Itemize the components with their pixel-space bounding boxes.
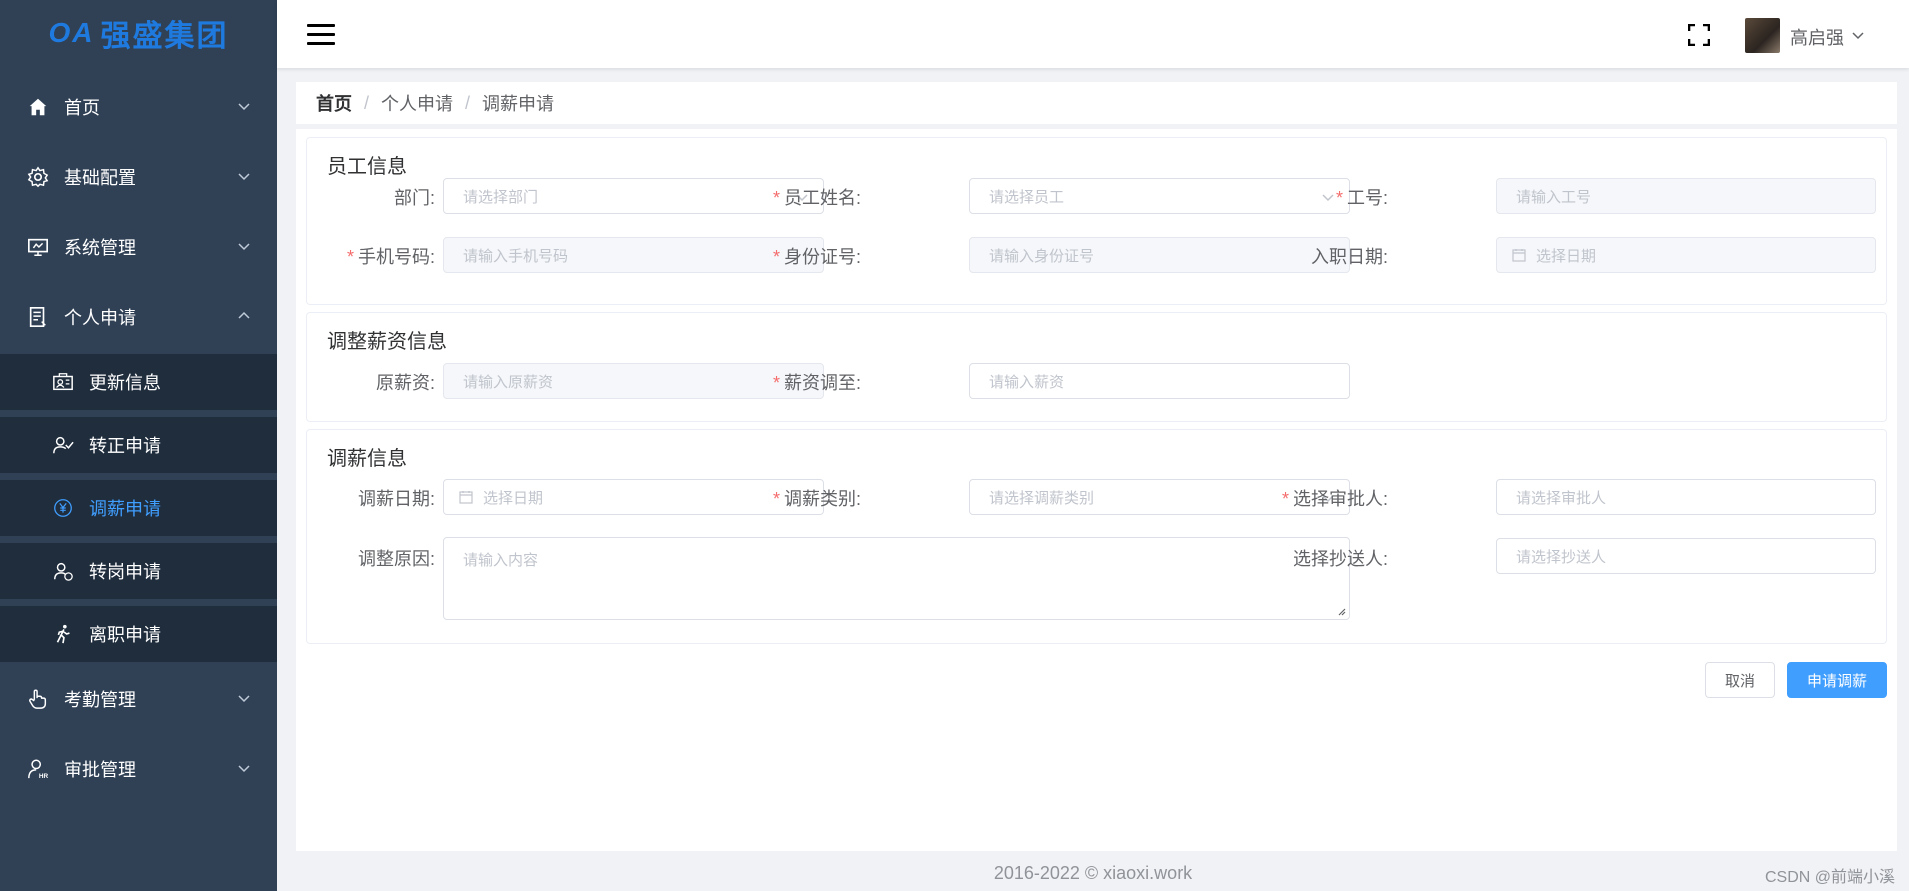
- hamburger-menu-icon[interactable]: [307, 24, 335, 46]
- salary-info-card: 调整薪资信息 原薪资: 请输入原薪资 * 薪资调至: 请输入薪资: [306, 312, 1887, 422]
- main-content: 员工信息 部门: 请选择部门 * 员工姓名: 请选择员工 * 工号: 请输入工号 *…: [296, 129, 1897, 851]
- chevron-down-icon: [238, 765, 250, 773]
- sidebar-item-label: 基础配置: [64, 168, 136, 188]
- section-title: 调整薪资信息: [327, 331, 447, 353]
- approver-label: * 选择审批人:: [1281, 489, 1388, 509]
- chevron-up-icon: [238, 311, 250, 319]
- reason-textarea[interactable]: 请输入内容: [443, 537, 1350, 620]
- calendar-icon: [459, 491, 473, 504]
- avatar[interactable]: [1745, 18, 1780, 53]
- section-title: 调薪信息: [327, 448, 407, 470]
- logo-text: 强盛集团: [100, 20, 229, 53]
- original-salary-label: 原薪资:: [375, 373, 435, 393]
- sidebar-subitem-salary-adjust[interactable]: 调薪申请: [0, 480, 277, 536]
- sidebar-subitem-label: 调薪申请: [89, 499, 161, 519]
- breadcrumb-home[interactable]: 首页: [316, 90, 352, 116]
- adjust-category-label: * 调薪类别:: [772, 489, 861, 509]
- resize-grip-icon[interactable]: [1336, 606, 1346, 616]
- hand-icon: [26, 687, 50, 711]
- breadcrumb: 首页 / 个人申请 / 调薪申请: [296, 82, 1897, 124]
- app-logo[interactable]: OA 强盛集团: [0, 0, 277, 66]
- sidebar-item-system[interactable]: 系统管理: [0, 219, 277, 275]
- sidebar-item-label: 系统管理: [64, 238, 136, 258]
- sidebar: OA 强盛集团 首页 基础配置 系统管理 个人申请 更新信息 转正申请 调薪申请…: [0, 0, 277, 891]
- breadcrumb-personal-apply: 个人申请: [381, 94, 454, 114]
- id-card-icon: [51, 370, 75, 394]
- sidebar-item-home[interactable]: 首页: [0, 79, 277, 135]
- chevron-down-icon: [238, 103, 250, 111]
- breadcrumb-separator: /: [364, 92, 370, 113]
- fullscreen-icon[interactable]: [1688, 24, 1710, 46]
- cc-input[interactable]: 请选择抄送人: [1496, 538, 1876, 574]
- section-title: 员工信息: [327, 156, 407, 178]
- sidebar-subitem-label: 转正申请: [89, 436, 161, 456]
- salary-adjust-to-label: * 薪资调至:: [772, 373, 861, 393]
- entry-date-label: 入职日期:: [1310, 247, 1388, 267]
- entry-date-picker[interactable]: 选择日期: [1496, 237, 1876, 273]
- sidebar-item-basic-config[interactable]: 基础配置: [0, 149, 277, 205]
- employee-info-card: 员工信息 部门: 请选择部门 * 员工姓名: 请选择员工 * 工号: 请输入工号 *…: [306, 137, 1887, 305]
- submit-salary-adjust-button[interactable]: 申请调薪: [1787, 662, 1887, 698]
- yen-icon: [51, 496, 75, 520]
- employee-name-label: * 员工姓名:: [772, 188, 861, 208]
- gear-icon: [26, 165, 50, 189]
- svg-text:HR: HR: [39, 773, 49, 780]
- job-no-input[interactable]: 请输入工号: [1496, 178, 1876, 214]
- chevron-down-icon: [238, 695, 250, 703]
- cancel-button[interactable]: 取消: [1705, 662, 1775, 698]
- user-check-icon: [51, 433, 75, 457]
- reason-label: 调整原因:: [357, 549, 435, 569]
- sidebar-item-approval[interactable]: HR 审批管理: [0, 741, 277, 797]
- sidebar-item-label: 个人申请: [64, 308, 136, 328]
- department-label: 部门:: [393, 188, 435, 208]
- sidebar-subitem-update-info[interactable]: 更新信息: [0, 354, 277, 410]
- adjust-date-label: 调薪日期:: [357, 489, 435, 509]
- username[interactable]: 高启强: [1790, 24, 1844, 50]
- sidebar-item-label: 审批管理: [64, 760, 136, 780]
- user-swap-icon: [51, 559, 75, 583]
- sidebar-subitem-label: 离职申请: [89, 625, 161, 645]
- chevron-down-icon: [238, 243, 250, 251]
- approver-input[interactable]: 请选择审批人: [1496, 479, 1876, 515]
- cc-label: 选择抄送人:: [1292, 549, 1388, 569]
- sidebar-subitem-resign[interactable]: 离职申请: [0, 606, 277, 662]
- chevron-down-icon[interactable]: [1851, 28, 1865, 42]
- document-icon: [26, 305, 50, 329]
- sidebar-item-personal-apply[interactable]: 个人申请: [0, 289, 277, 345]
- sidebar-item-label: 首页: [64, 98, 100, 118]
- breadcrumb-current: 调薪申请: [482, 94, 555, 114]
- id-no-label: * 身份证号:: [772, 247, 861, 267]
- phone-label: * 手机号码:: [346, 247, 435, 267]
- calendar-icon: [1512, 249, 1526, 262]
- logo-oa: OA: [48, 17, 95, 48]
- sidebar-item-attendance[interactable]: 考勤管理: [0, 671, 277, 727]
- watermark: CSDN @前端小溪: [1764, 869, 1895, 886]
- chevron-down-icon: [238, 173, 250, 181]
- sidebar-subitem-label: 转岗申请: [89, 562, 161, 582]
- top-header: 高启强: [277, 0, 1909, 68]
- sidebar-item-label: 考勤管理: [64, 690, 136, 710]
- home-icon: [26, 95, 50, 119]
- monitor-icon: [26, 235, 50, 259]
- adjust-info-card: 调薪信息 调薪日期: 选择日期 * 调薪类别: 请选择调薪类别 * 选择审批人: 请…: [306, 429, 1887, 644]
- salary-adjust-to-input[interactable]: 请输入薪资: [969, 363, 1350, 399]
- job-no-label: * 工号:: [1335, 188, 1388, 208]
- user-hr-icon: HR: [26, 757, 50, 781]
- sidebar-subitem-label: 更新信息: [89, 373, 161, 393]
- sidebar-subitem-regularization[interactable]: 转正申请: [0, 417, 277, 473]
- walk-icon: [51, 622, 75, 646]
- breadcrumb-separator: /: [465, 92, 471, 113]
- sidebar-subitem-transfer[interactable]: 转岗申请: [0, 543, 277, 599]
- footer-copyright: 2016-2022 © xiaoxi.work: [993, 863, 1193, 883]
